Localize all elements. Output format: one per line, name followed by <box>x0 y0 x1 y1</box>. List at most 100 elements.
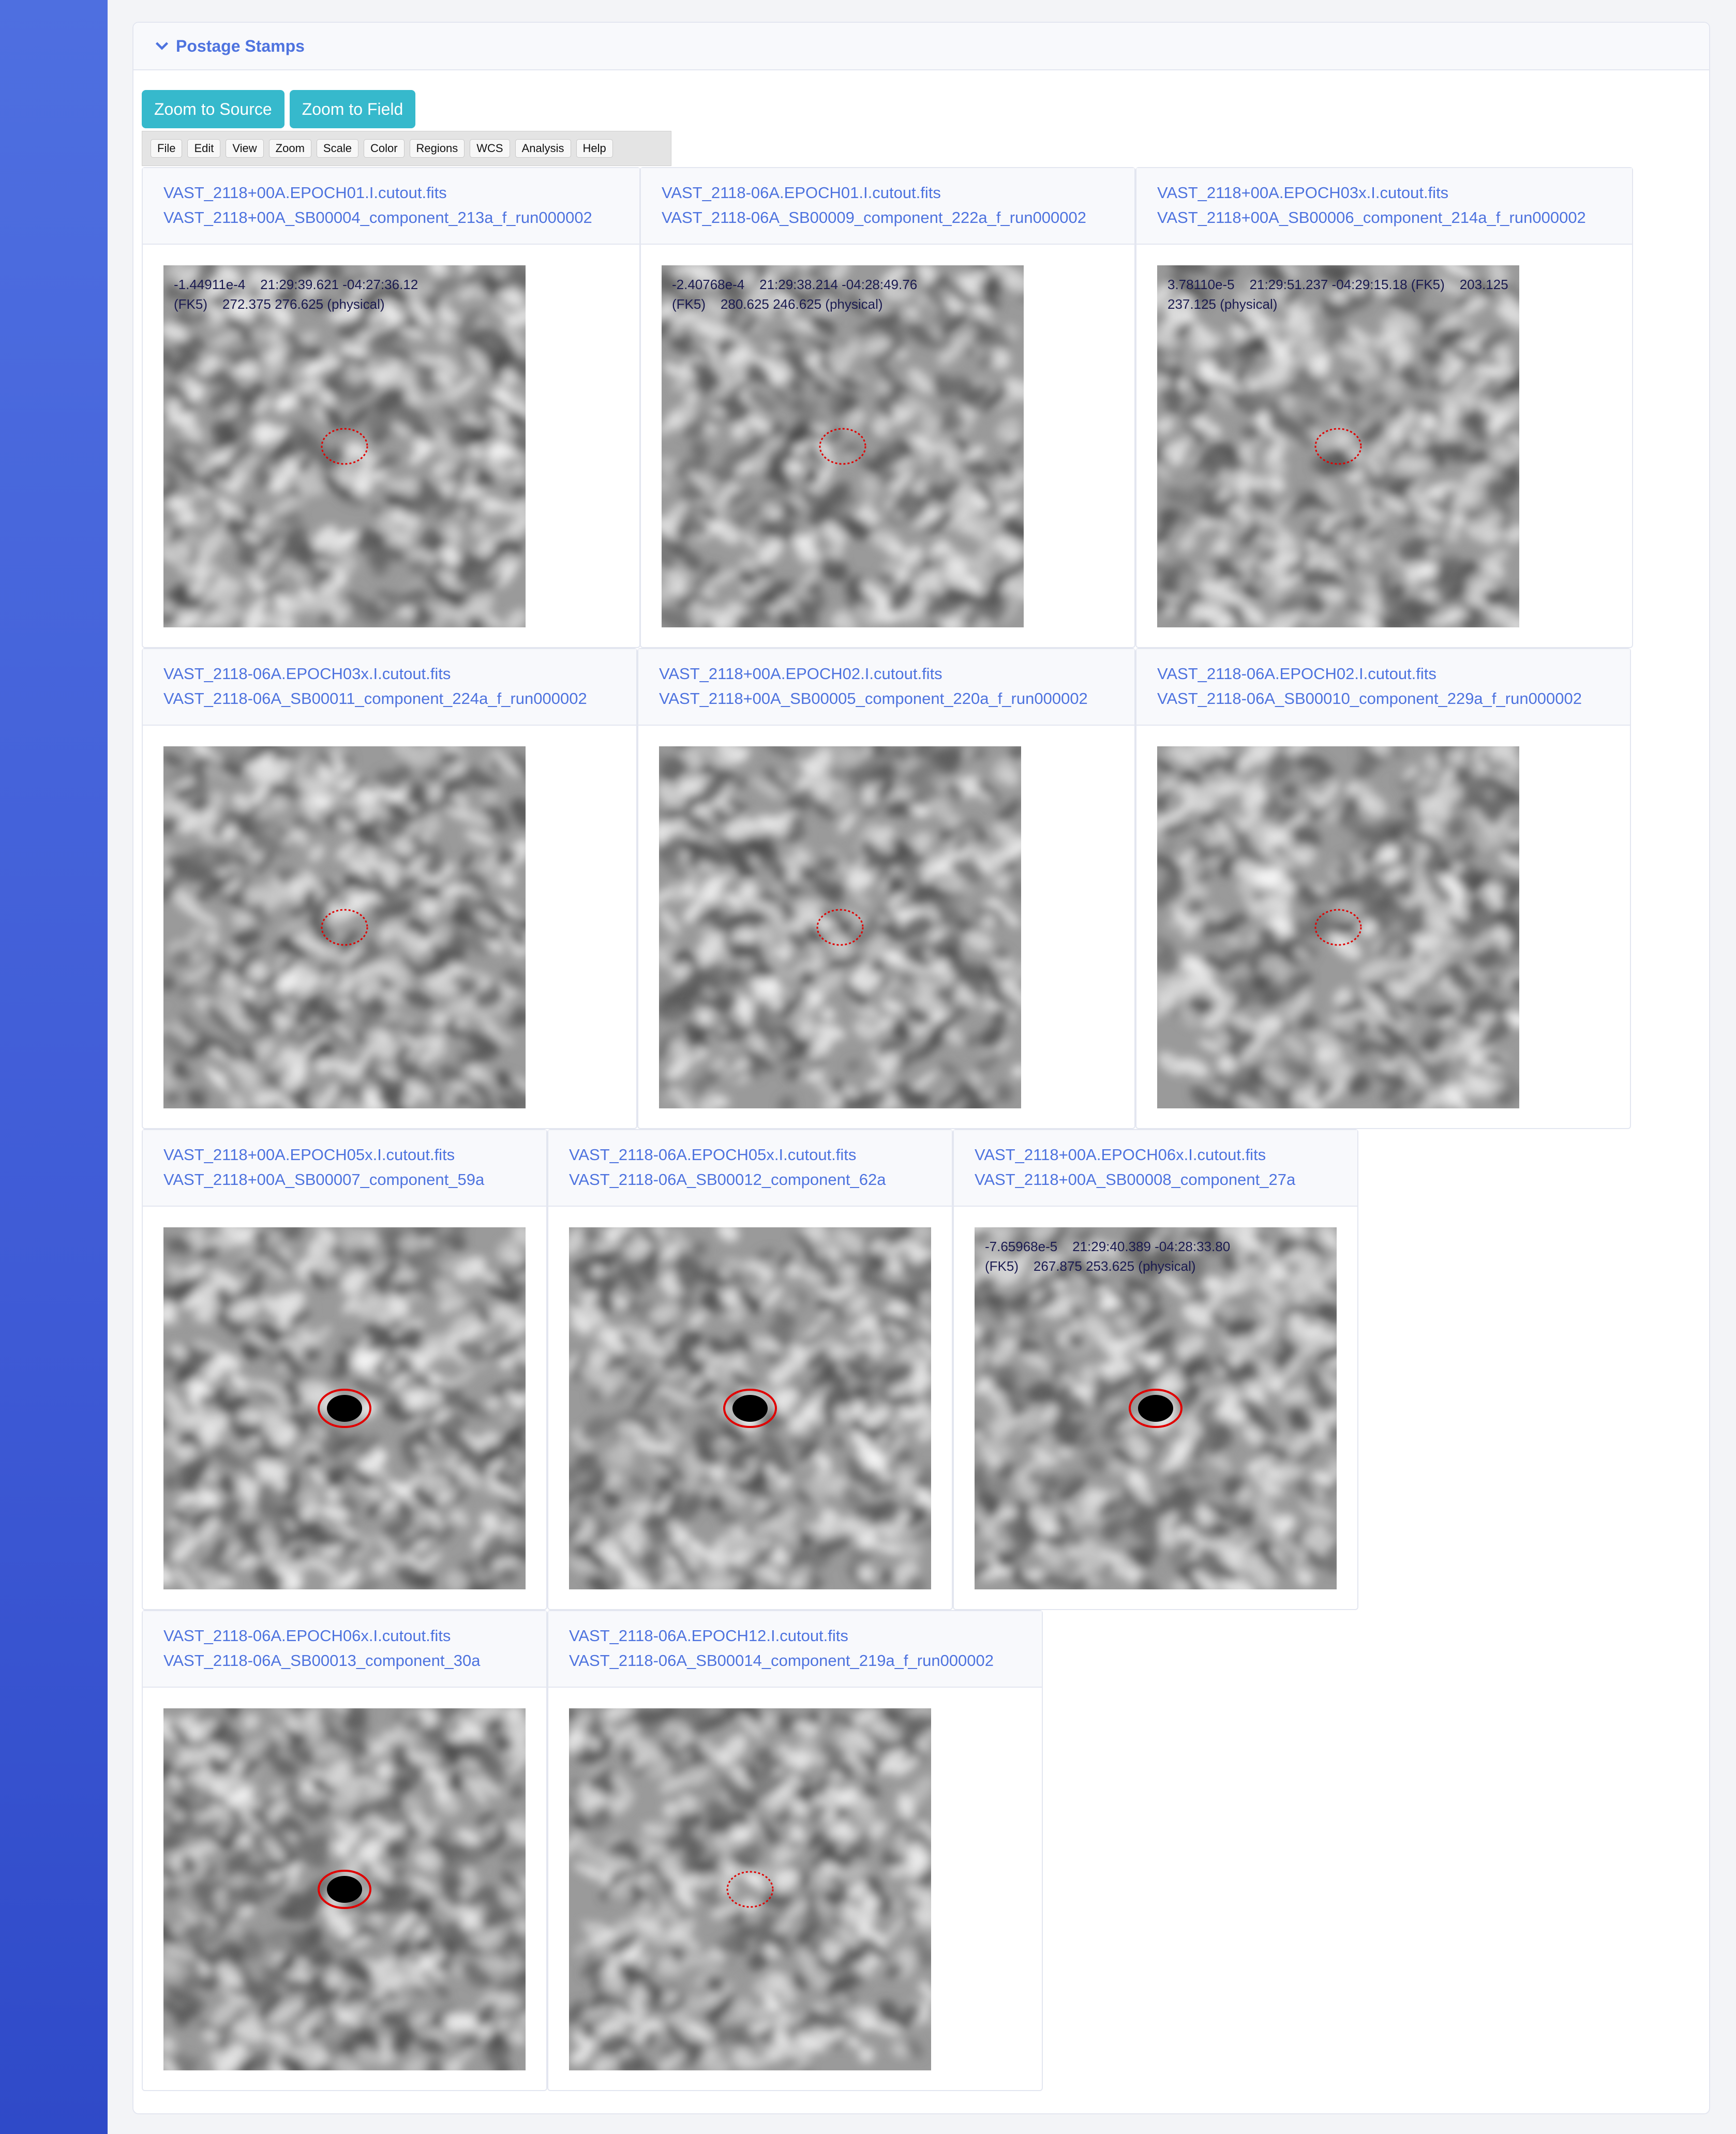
stamp-filename: VAST_2118-06A.EPOCH12.I.cutout.fits <box>569 1627 848 1645</box>
postage-stamp-image[interactable] <box>1157 746 1519 1108</box>
stamp-component: VAST_2118-06A_SB00009_component_222a_f_r… <box>662 208 1087 227</box>
stamp-component: VAST_2118+00A_SB00005_component_220a_f_r… <box>659 689 1088 708</box>
stamp-filename: VAST_2118-06A.EPOCH06x.I.cutout.fits <box>163 1627 451 1645</box>
stamp-component: VAST_2118+00A_SB00004_component_213a_f_r… <box>163 208 592 227</box>
readout-line-2: 237.125 (physical) <box>1168 296 1278 312</box>
postage-stamp-image[interactable] <box>1157 265 1519 627</box>
source-blob <box>327 1876 362 1903</box>
stamp-header: VAST_2118-06A.EPOCH05x.I.cutout.fits VAST… <box>548 1130 952 1207</box>
zoom-buttons: Zoom to Source Zoom to Field <box>142 90 416 128</box>
stamp-filename: VAST_2118-06A.EPOCH05x.I.cutout.fits <box>569 1146 857 1164</box>
menu-color[interactable]: Color <box>363 139 405 158</box>
postage-stamp-image[interactable] <box>662 265 1024 627</box>
menu-analysis[interactable]: Analysis <box>515 139 571 158</box>
stamp-header: VAST_2118-06A.EPOCH01.I.cutout.fits VAST_… <box>641 168 1134 245</box>
stamp-component: VAST_2118-06A_SB00014_component_219a_f_r… <box>569 1651 994 1670</box>
postage-stamps-header[interactable]: Postage Stamps <box>133 23 1709 70</box>
readout-line-2: (FK5) 272.375 276.625 (physical) <box>174 296 385 312</box>
stamp-header: VAST_2118+00A.EPOCH03x.I.cutout.fits VAST… <box>1136 168 1632 245</box>
stamp-image-container <box>569 1708 931 2070</box>
stamp-image-container <box>163 746 526 1108</box>
stamp-image-container: 3.78110e-5 21:29:51.237 -04:29:15.18 (FK… <box>1157 265 1519 627</box>
menu-view[interactable]: View <box>226 139 264 158</box>
stamp-filename: VAST_2118+00A.EPOCH03x.I.cutout.fits <box>1157 184 1449 202</box>
readout-line-2: (FK5) 280.625 246.625 (physical) <box>672 296 883 312</box>
source-blob <box>327 1395 362 1422</box>
stamp-filename: VAST_2118+00A.EPOCH05x.I.cutout.fits <box>163 1146 455 1164</box>
postage-stamp-image[interactable] <box>569 1227 931 1589</box>
chevron-down-icon <box>155 42 169 50</box>
postage-stamp-image[interactable] <box>163 265 526 627</box>
stamp-filename: VAST_2118-06A.EPOCH03x.I.cutout.fits <box>163 665 451 683</box>
pixel-readout: -7.65968e-5 21:29:40.389 -04:28:33.80 (FK… <box>985 1237 1326 1276</box>
stamp-component: VAST_2118+00A_SB00007_component_59a <box>163 1170 485 1189</box>
stamp-header: VAST_2118+00A.EPOCH02.I.cutout.fits VAST_… <box>638 649 1134 726</box>
stamp-component: VAST_2118-06A_SB00010_component_229a_f_r… <box>1157 689 1582 708</box>
stamp-card: VAST_2118+00A.EPOCH03x.I.cutout.fits VAST… <box>1135 167 1633 648</box>
stamp-component: VAST_2118-06A_SB00013_component_30a <box>163 1651 481 1670</box>
stamp-header: VAST_2118-06A.EPOCH06x.I.cutout.fits VAST… <box>143 1611 546 1688</box>
stamp-image-container <box>569 1227 931 1589</box>
pixel-readout: -2.40768e-4 21:29:38.214 -04:28:49.76 (FK… <box>672 275 1013 314</box>
stamp-component: VAST_2118-06A_SB00011_component_224a_f_r… <box>163 689 587 708</box>
stamp-header: VAST_2118+00A.EPOCH01.I.cutout.fits VAST_… <box>143 168 639 245</box>
postage-stamp-image[interactable] <box>163 1227 526 1589</box>
stamp-image-container: -1.44911e-4 21:29:39.621 -04:27:36.12 (FK… <box>163 265 526 627</box>
postage-stamp-image[interactable] <box>659 746 1021 1108</box>
readout-line-1: -7.65968e-5 21:29:40.389 -04:28:33.80 <box>985 1239 1231 1254</box>
stamp-header: VAST_2118+00A.EPOCH06x.I.cutout.fits VAST… <box>954 1130 1357 1207</box>
stamp-image-container <box>163 1708 526 2070</box>
readout-line-1: -1.44911e-4 21:29:39.621 -04:27:36.12 <box>174 277 418 292</box>
stamp-header: VAST_2118+00A.EPOCH05x.I.cutout.fits VAST… <box>143 1130 546 1207</box>
stamp-component: VAST_2118+00A_SB00006_component_214a_f_r… <box>1157 208 1586 227</box>
menu-scale[interactable]: Scale <box>316 139 358 158</box>
sidebar <box>0 0 108 2134</box>
stamp-header: VAST_2118-06A.EPOCH02.I.cutout.fits VAST_… <box>1136 649 1630 726</box>
pixel-readout: -1.44911e-4 21:29:39.621 -04:27:36.12 (FK… <box>174 275 515 314</box>
source-blob <box>732 1395 768 1422</box>
stamp-card: VAST_2118-06A.EPOCH02.I.cutout.fits VAST_… <box>1135 648 1631 1129</box>
stamp-header: VAST_2118-06A.EPOCH03x.I.cutout.fits VAST… <box>143 649 636 726</box>
menu-help[interactable]: Help <box>576 139 613 158</box>
zoom-to-field-button[interactable]: Zoom to Field <box>289 90 416 128</box>
readout-line-2: (FK5) 267.875 253.625 (physical) <box>985 1258 1196 1274</box>
stamp-component: VAST_2118+00A_SB00008_component_27a <box>975 1170 1296 1189</box>
readout-line-1: -2.40768e-4 21:29:38.214 -04:28:49.76 <box>672 277 918 292</box>
stamp-filename: VAST_2118-06A.EPOCH02.I.cutout.fits <box>1157 665 1436 683</box>
zoom-to-source-button[interactable]: Zoom to Source <box>142 90 285 128</box>
stamp-filename: VAST_2118+00A.EPOCH01.I.cutout.fits <box>163 184 447 202</box>
pixel-readout: 3.78110e-5 21:29:51.237 -04:29:15.18 (FK… <box>1168 275 1509 314</box>
menu-regions[interactable]: Regions <box>409 139 465 158</box>
stamp-card: VAST_2118+00A.EPOCH05x.I.cutout.fits VAST… <box>142 1129 547 1610</box>
postage-stamp-image[interactable] <box>163 746 526 1108</box>
source-blob <box>1138 1395 1173 1422</box>
stamp-card: VAST_2118-06A.EPOCH03x.I.cutout.fits VAST… <box>142 648 637 1129</box>
menu-edit[interactable]: Edit <box>187 139 221 158</box>
stamp-header: VAST_2118-06A.EPOCH12.I.cutout.fits VAST_… <box>548 1611 1042 1688</box>
menu-wcs[interactable]: WCS <box>470 139 510 158</box>
readout-line-1: 3.78110e-5 21:29:51.237 -04:29:15.18 (FK… <box>1168 277 1508 292</box>
js9-menubar: File Edit View Zoom Scale Color Regions … <box>142 131 671 166</box>
stamp-card: VAST_2118-06A.EPOCH05x.I.cutout.fits VAST… <box>547 1129 953 1610</box>
stamp-card: VAST_2118-06A.EPOCH01.I.cutout.fits VAST_… <box>640 167 1135 648</box>
stamp-image-container: -2.40768e-4 21:29:38.214 -04:28:49.76 (FK… <box>662 265 1024 627</box>
stamp-card: VAST_2118-06A.EPOCH12.I.cutout.fits VAST_… <box>547 1610 1043 2091</box>
stamp-image-container: -7.65968e-5 21:29:40.389 -04:28:33.80 (FK… <box>975 1227 1337 1589</box>
stamp-filename: VAST_2118-06A.EPOCH01.I.cutout.fits <box>662 184 941 202</box>
postage-stamp-image[interactable] <box>569 1708 931 2070</box>
stamp-card: VAST_2118+00A.EPOCH02.I.cutout.fits VAST_… <box>637 648 1135 1129</box>
stamp-image-container <box>659 746 1021 1108</box>
stamp-card: VAST_2118+00A.EPOCH01.I.cutout.fits VAST_… <box>142 167 640 648</box>
postage-stamp-image[interactable] <box>975 1227 1337 1589</box>
stamp-filename: VAST_2118+00A.EPOCH06x.I.cutout.fits <box>975 1146 1266 1164</box>
menu-file[interactable]: File <box>151 139 183 158</box>
stamp-card: VAST_2118+00A.EPOCH06x.I.cutout.fits VAST… <box>953 1129 1358 1610</box>
stamp-card: VAST_2118-06A.EPOCH06x.I.cutout.fits VAST… <box>142 1610 547 2091</box>
postage-stamp-image[interactable] <box>163 1708 526 2070</box>
stamp-image-container <box>1157 746 1519 1108</box>
stamp-image-container <box>163 1227 526 1589</box>
menu-zoom[interactable]: Zoom <box>268 139 311 158</box>
panel-title: Postage Stamps <box>176 36 305 55</box>
stamp-component: VAST_2118-06A_SB00012_component_62a <box>569 1170 886 1189</box>
stamp-filename: VAST_2118+00A.EPOCH02.I.cutout.fits <box>659 665 942 683</box>
